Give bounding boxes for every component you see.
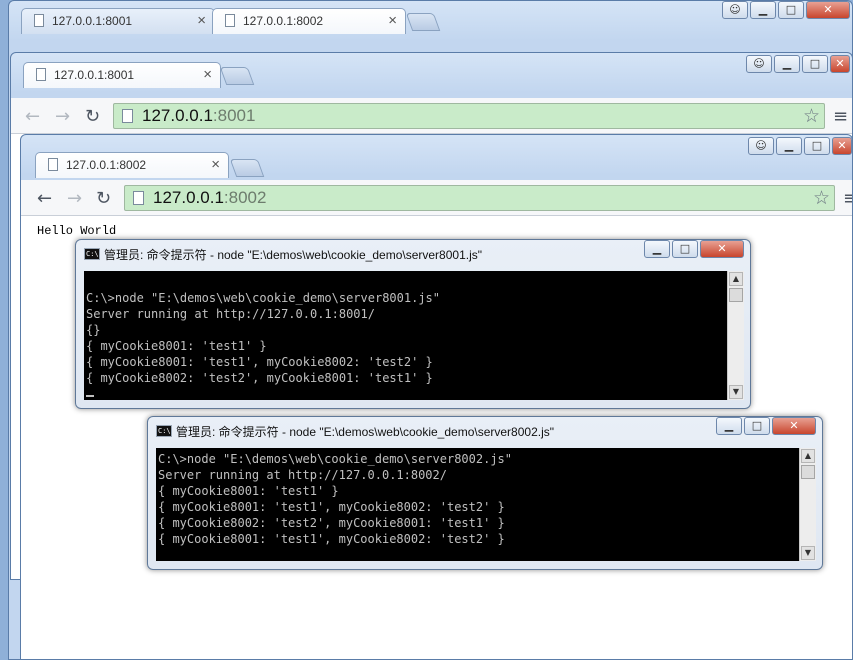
maximize-button[interactable]: □ xyxy=(744,417,770,435)
window-controls: ▁ □ ✕ xyxy=(644,240,744,258)
page-icon xyxy=(48,158,58,171)
minimize-button[interactable]: ▁ xyxy=(750,1,776,19)
scroll-thumb[interactable] xyxy=(729,288,743,302)
console-window-8002: C:\ 管理员: 命令提示符 - node "E:\demos\web\cook… xyxy=(147,416,823,570)
address-port: :8002 xyxy=(223,188,267,207)
forward-icon[interactable]: → xyxy=(67,188,82,209)
new-tab-button[interactable] xyxy=(405,13,441,31)
close-window-button[interactable]: ✕ xyxy=(830,55,850,73)
close-icon[interactable]: × xyxy=(197,12,206,29)
scroll-up-icon[interactable]: ▲ xyxy=(729,272,743,286)
user-icon[interactable]: ☺ xyxy=(748,137,774,155)
console-icon: C:\ xyxy=(84,248,100,260)
page-icon xyxy=(133,191,144,205)
console-cursor xyxy=(86,395,94,397)
scroll-down-icon[interactable]: ▼ xyxy=(801,546,815,560)
window-controls: ▁ □ ✕ xyxy=(716,417,816,435)
scroll-thumb[interactable] xyxy=(801,465,815,479)
minimize-button[interactable]: ▁ xyxy=(716,417,742,435)
console-line: C:\>node "E:\demos\web\cookie_demo\serve… xyxy=(158,452,513,466)
forward-icon[interactable]: → xyxy=(55,106,70,127)
back-icon[interactable]: ← xyxy=(37,188,52,209)
toolbar: ← → ↻ 127.0.0.1:8002 ☆ ≡ xyxy=(21,180,852,216)
tab-label: 127.0.0.1:8002 xyxy=(243,14,324,28)
page-icon xyxy=(36,68,46,81)
tab-8001[interactable]: 127.0.0.1:8001 × xyxy=(21,8,215,34)
close-icon[interactable]: × xyxy=(203,66,212,83)
console-icon: C:\ xyxy=(156,425,172,437)
console-title: 管理员: 命令提示符 - node "E:\demos\web\cookie_d… xyxy=(104,248,483,262)
address-bar[interactable]: 127.0.0.1:8002 ☆ xyxy=(124,185,835,211)
console-line: {} xyxy=(86,323,101,337)
toolbar: ← → ↻ 127.0.0.1:8001 ☆ ≡ xyxy=(11,98,852,134)
minimize-button[interactable]: ▁ xyxy=(774,55,800,73)
console-line: { myCookie8002: 'test2', myCookie8001: '… xyxy=(158,516,505,530)
console-scrollbar[interactable]: ▲ ▼ xyxy=(799,448,816,561)
star-icon[interactable]: ☆ xyxy=(803,105,820,129)
maximize-button[interactable]: □ xyxy=(672,240,698,258)
console-line: { myCookie8001: 'test1' } xyxy=(158,484,339,498)
menu-icon[interactable]: ≡ xyxy=(833,106,848,127)
address-host: 127.0.0.1 xyxy=(142,106,213,125)
console-line: Server running at http://127.0.0.1:8002/ xyxy=(158,468,447,482)
page-icon xyxy=(122,109,133,123)
close-window-button[interactable]: ✕ xyxy=(806,1,850,19)
console-title: 管理员: 命令提示符 - node "E:\demos\web\cookie_d… xyxy=(176,425,555,439)
tab-8001[interactable]: 127.0.0.1:8001 × xyxy=(23,62,221,88)
scroll-up-icon[interactable]: ▲ xyxy=(801,449,815,463)
tab-label: 127.0.0.1:8002 xyxy=(66,158,147,172)
window-controls: ☺ ▁ □ ✕ xyxy=(748,137,852,155)
close-window-button[interactable]: ✕ xyxy=(772,417,816,435)
address-host: 127.0.0.1 xyxy=(153,188,224,207)
console-line: Server running at http://127.0.0.1:8001/ xyxy=(86,307,375,321)
console-line: { myCookie8001: 'test1', myCookie8002: '… xyxy=(158,500,505,514)
window-controls: ☺ ▁ □ ✕ xyxy=(722,1,850,19)
tab-8002[interactable]: 127.0.0.1:8002 × xyxy=(212,8,406,34)
page-icon xyxy=(225,14,235,27)
reload-icon[interactable]: ↻ xyxy=(96,188,111,209)
new-tab-button[interactable] xyxy=(219,67,255,85)
close-icon[interactable]: × xyxy=(388,12,397,29)
back-icon[interactable]: ← xyxy=(25,106,40,127)
console-line: { myCookie8002: 'test2', myCookie8001: '… xyxy=(86,371,433,385)
user-icon[interactable]: ☺ xyxy=(746,55,772,73)
page-text: Hello World xyxy=(37,224,117,238)
maximize-button[interactable]: □ xyxy=(804,137,830,155)
scroll-down-icon[interactable]: ▼ xyxy=(729,385,743,399)
page-icon xyxy=(34,14,44,27)
console-scrollbar[interactable]: ▲ ▼ xyxy=(727,271,744,400)
tab-strip: 127.0.0.1:8001 × xyxy=(11,53,852,88)
reload-icon[interactable]: ↻ xyxy=(85,106,100,127)
maximize-button[interactable]: □ xyxy=(778,1,804,19)
maximize-button[interactable]: □ xyxy=(802,55,828,73)
user-icon[interactable]: ☺ xyxy=(722,1,748,19)
tab-label: 127.0.0.1:8001 xyxy=(54,68,135,82)
console-line: { myCookie8001: 'test1', myCookie8002: '… xyxy=(158,532,505,546)
menu-icon[interactable]: ≡ xyxy=(843,188,852,209)
tab-label: 127.0.0.1:8001 xyxy=(52,14,133,28)
close-icon[interactable]: × xyxy=(211,156,220,173)
address-bar[interactable]: 127.0.0.1:8001 ☆ xyxy=(113,103,825,129)
tab-strip: 127.0.0.1:8002 × xyxy=(21,135,852,178)
tab-8002[interactable]: 127.0.0.1:8002 × xyxy=(35,152,229,178)
console-output[interactable]: C:\>node "E:\demos\web\cookie_demo\serve… xyxy=(156,448,799,561)
address-port: :8001 xyxy=(212,106,256,125)
minimize-button[interactable]: ▁ xyxy=(776,137,802,155)
close-window-button[interactable]: ✕ xyxy=(700,240,744,258)
console-line: C:\>node "E:\demos\web\cookie_demo\serve… xyxy=(86,291,441,305)
console-window-8001: C:\ 管理员: 命令提示符 - node "E:\demos\web\cook… xyxy=(75,239,751,409)
minimize-button[interactable]: ▁ xyxy=(644,240,670,258)
console-output[interactable]: C:\>node "E:\demos\web\cookie_demo\serve… xyxy=(84,271,727,400)
new-tab-button[interactable] xyxy=(229,159,265,177)
window-controls: ☺ ▁ □ ✕ xyxy=(746,55,850,73)
close-window-button[interactable]: ✕ xyxy=(832,137,852,155)
console-line: { myCookie8001: 'test1' } xyxy=(86,339,267,353)
console-line: { myCookie8001: 'test1', myCookie8002: '… xyxy=(86,355,433,369)
star-icon[interactable]: ☆ xyxy=(813,187,830,211)
